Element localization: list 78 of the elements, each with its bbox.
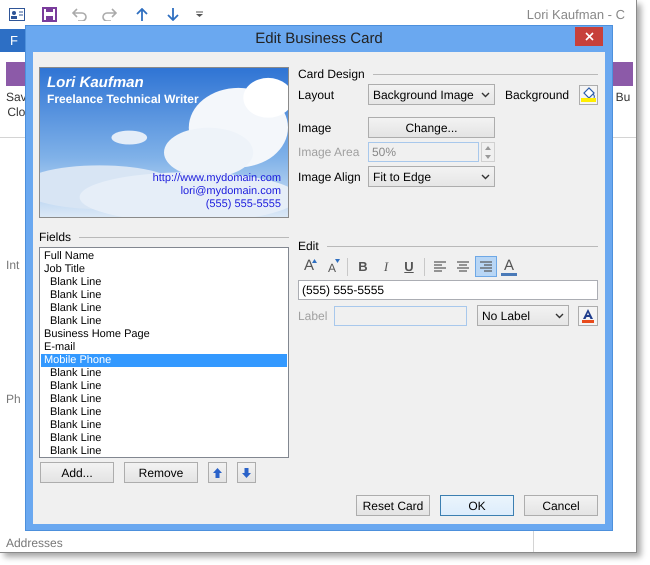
edit-heading: Edit [298,238,319,255]
remove-button[interactable]: Remove [124,462,198,483]
dialog-title: Edit Business Card [255,28,383,49]
chevron-down-icon [555,312,564,318]
change-image-button[interactable]: Change... [368,117,495,138]
field-item[interactable]: Blank Line [41,406,287,419]
chevron-down-icon [481,92,490,98]
field-item[interactable]: Blank Line [41,289,287,302]
card-contact-line: http://www.mydomain.com [152,172,281,185]
layout-label: Layout [298,86,336,104]
layout-select[interactable]: Background Image [368,84,495,105]
label-font-color-button[interactable] [578,306,598,326]
arrow-up-icon [213,468,222,478]
arrow-down-icon[interactable] [167,8,179,21]
label-label: Label [298,308,328,324]
field-item[interactable]: Blank Line [41,445,287,457]
background-color-button[interactable] [579,84,598,104]
align-left-icon [433,261,447,272]
card-job-title: Freelance Technical Writer [47,92,200,107]
field-item[interactable]: Blank Line [41,393,287,406]
label-select[interactable]: No Label [477,305,569,326]
add-button[interactable]: Add... [40,462,114,483]
cancel-button[interactable]: Cancel [524,495,598,516]
card-design-heading: Card Design [298,66,365,83]
file-tab[interactable]: F [0,28,25,52]
field-item[interactable]: Business Home Page [41,328,287,341]
arrow-up-icon[interactable] [136,8,148,21]
field-item[interactable]: Blank Line [41,419,287,432]
section-label: Ph [6,391,21,408]
text-field[interactable]: (555) 555-5555 [298,280,598,300]
spin-down-icon [485,154,491,158]
image-align-select[interactable]: Fit to Edge [368,166,495,187]
fields-heading: Fields [39,229,72,246]
card-contact-line: (555) 555-5555 [206,198,281,211]
contact-card-icon [9,8,25,21]
font-color-icon [581,308,595,322]
arrow-down-icon [335,259,340,263]
ok-button[interactable]: OK [440,495,514,516]
reset-card-button[interactable]: Reset Card [356,495,430,516]
field-item[interactable]: Blank Line [41,276,287,289]
align-right-button[interactable] [475,256,497,277]
image-align-label: Image Align [298,168,362,186]
align-right-icon [479,261,493,272]
section-label: Addresses [6,535,63,552]
align-center-icon [456,261,470,272]
field-item[interactable]: Blank Line [41,302,287,315]
arrow-down-icon [242,468,251,478]
field-item[interactable]: E-mail [41,341,287,354]
shrink-font-button[interactable]: A [321,256,343,277]
field-item[interactable]: Blank Line [41,432,287,445]
section-label: Int [6,257,20,274]
underline-button[interactable]: U [398,256,420,277]
image-label: Image [298,120,332,136]
field-item[interactable]: Full Name [41,250,287,263]
italic-button[interactable]: I [375,256,397,277]
image-area-label: Image Area [298,144,360,161]
bold-button[interactable]: B [352,256,374,277]
move-down-button[interactable] [237,462,256,483]
font-color-button[interactable]: A [498,256,520,277]
paint-bucket-icon [581,87,596,102]
save-icon[interactable] [42,6,57,22]
card-contact-line: lori@mydomain.com [180,185,281,198]
close-icon [584,32,594,41]
background-label: Background [505,86,570,104]
customize-icon[interactable] [196,11,203,18]
card-name: Lori Kaufman [47,74,145,92]
ribbon-button[interactable]: Bu [613,52,636,137]
field-item[interactable]: Blank Line [41,380,287,393]
arrow-up-icon [312,259,317,263]
close-button[interactable] [575,27,603,46]
window-title: Lori Kaufman - C [526,6,625,24]
field-item[interactable]: Blank Line [41,315,287,328]
move-up-button[interactable] [208,462,227,483]
field-item[interactable]: Job Title [41,263,287,276]
grow-font-button[interactable]: A [298,256,320,277]
field-item[interactable]: Blank Line [41,367,287,380]
chevron-down-icon [481,174,490,180]
spin-up-icon [485,146,491,150]
